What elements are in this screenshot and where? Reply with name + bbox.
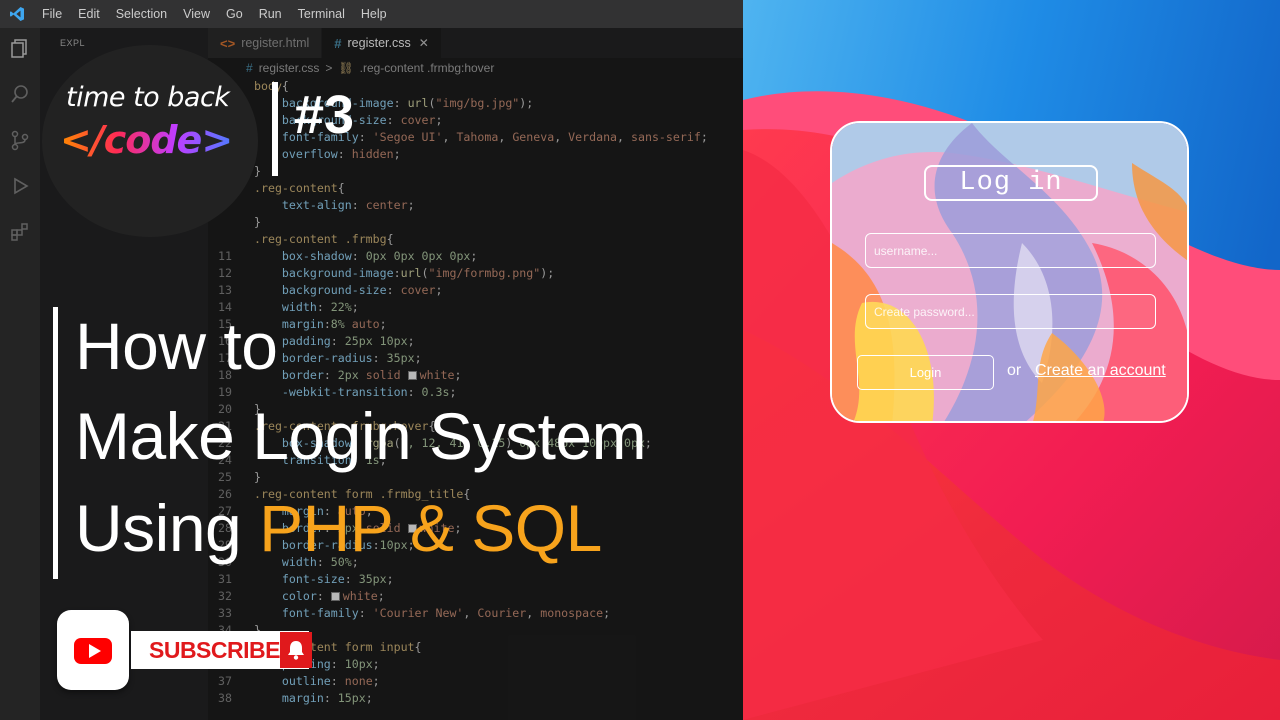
brand-logo-bottom-text: </code> [60, 118, 233, 162]
youtube-logo[interactable] [57, 610, 129, 690]
video-title-line-3: Using PHP & SQL [75, 484, 602, 572]
or-separator: or [1007, 362, 1022, 379]
play-triangle-icon [89, 644, 101, 658]
menu-selection[interactable]: Selection [108, 0, 175, 28]
title-divider [53, 307, 58, 579]
vscode-logo-icon [0, 0, 34, 28]
login-title: Log in [924, 165, 1098, 201]
subscribe-label: SUBSCRIBE [149, 636, 280, 663]
menu-help[interactable]: Help [353, 0, 395, 28]
video-title-plain: Using [75, 491, 260, 565]
menu-edit[interactable]: Edit [70, 0, 108, 28]
video-title-line-1: How to [75, 309, 278, 383]
video-title-line-2: Make Login System [75, 399, 647, 473]
menu-run[interactable]: Run [251, 0, 290, 28]
menu-bar: File Edit Selection View Go Run Terminal… [0, 0, 743, 28]
brand-logo-top-text: time to back [66, 82, 230, 113]
notification-bell-icon[interactable] [280, 632, 312, 668]
episode-number: #3 [294, 85, 355, 145]
create-account-link[interactable]: Create an account [1035, 362, 1166, 380]
username-input[interactable]: username... [865, 233, 1156, 268]
video-title-accent: PHP & SQL [259, 491, 602, 565]
login-card: Log in username... Create password... Lo… [830, 121, 1189, 423]
menu-file[interactable]: File [34, 0, 70, 28]
episode-divider [272, 82, 278, 176]
password-input[interactable]: Create password... [865, 294, 1156, 329]
menu-go[interactable]: Go [218, 0, 251, 28]
login-button[interactable]: Login [857, 355, 994, 390]
menu-terminal[interactable]: Terminal [290, 0, 353, 28]
menu-view[interactable]: View [175, 0, 218, 28]
